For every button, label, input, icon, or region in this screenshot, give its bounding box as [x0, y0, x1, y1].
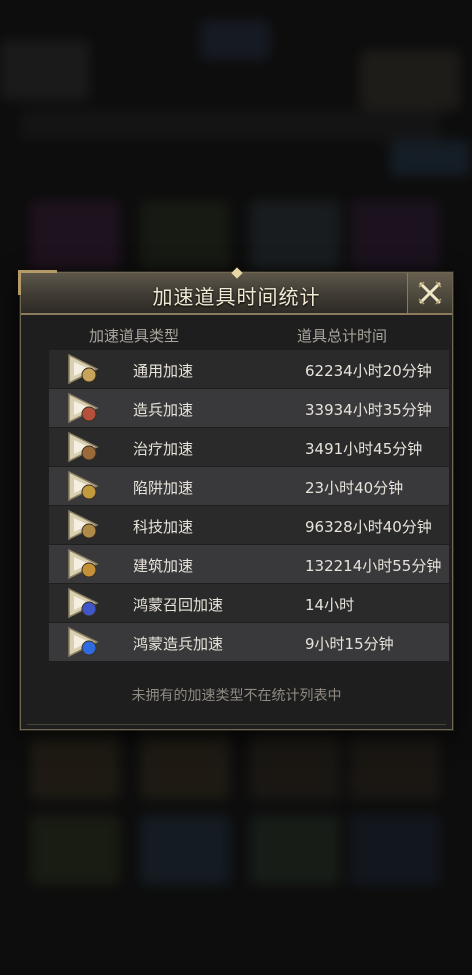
item-total-time: 132214小时55分钟: [305, 557, 442, 575]
dialog-title-bar: 加速道具时间统计: [18, 267, 452, 315]
troop-speedup-icon: [68, 392, 99, 424]
list-item: 科技加速 96328小时40分钟: [49, 506, 449, 544]
list-item: 鸿蒙召回加速 14小时: [49, 584, 449, 622]
dialog-title: 加速道具时间统计: [152, 285, 321, 309]
close-icon: [418, 281, 442, 305]
building-speedup-icon: [68, 548, 99, 580]
list-item: 通用加速 62234小时20分钟: [49, 350, 449, 388]
item-total-time: 33934小时35分钟: [305, 401, 432, 419]
item-name: 鸿蒙召回加速: [133, 596, 224, 614]
item-name: 鸿蒙造兵加速: [133, 635, 224, 653]
hourglass-speedup-icon: [68, 353, 99, 385]
item-name: 陷阱加速: [133, 479, 194, 497]
item-total-time: 62234小时20分钟: [305, 362, 432, 380]
item-total-time: 23小时40分钟: [305, 479, 404, 497]
divider: [27, 724, 446, 725]
footnote: 未拥有的加速类型不在统计列表中: [131, 688, 342, 704]
list-item: 治疗加速 3491小时45分钟: [49, 428, 449, 466]
list-item: 造兵加速 33934小时35分钟: [49, 389, 449, 427]
item-name: 科技加速: [133, 518, 194, 536]
item-total-time: 14小时: [305, 596, 355, 614]
item-total-time: 96328小时40分钟: [305, 518, 432, 536]
item-name: 通用加速: [133, 362, 194, 380]
column-header-type: 加速道具类型: [89, 327, 180, 345]
speedup-stats-dialog: 加速道具时间统计 加速道具类型 道具总计时间 通用加速 62234小时20分钟造兵…: [18, 267, 453, 730]
item-total-time: 9小时15分钟: [305, 635, 394, 653]
list-item: 鸿蒙造兵加速 9小时15分钟: [49, 623, 449, 661]
tech-speedup-icon: [68, 509, 99, 541]
item-name: 治疗加速: [133, 440, 194, 458]
list-item: 建筑加速 132214小时55分钟: [49, 545, 449, 583]
column-header-total: 道具总计时间: [297, 327, 388, 345]
item-total-time: 3491小时45分钟: [305, 440, 423, 458]
list-item: 陷阱加速 23小时40分钟: [49, 467, 449, 505]
table-header: 加速道具类型 道具总计时间: [21, 325, 452, 349]
item-name: 造兵加速: [133, 401, 194, 419]
hongmeng-troop-speedup-icon: [68, 626, 99, 658]
trap-speedup-icon: [68, 470, 99, 502]
item-name: 建筑加速: [133, 557, 194, 575]
hongmeng-recall-speedup-icon: [68, 587, 99, 619]
speedup-list: 通用加速 62234小时20分钟造兵加速 33934小时35分钟治疗加速 3491小时…: [49, 350, 449, 662]
close-button[interactable]: [407, 273, 452, 313]
heal-speedup-icon: [68, 431, 99, 463]
